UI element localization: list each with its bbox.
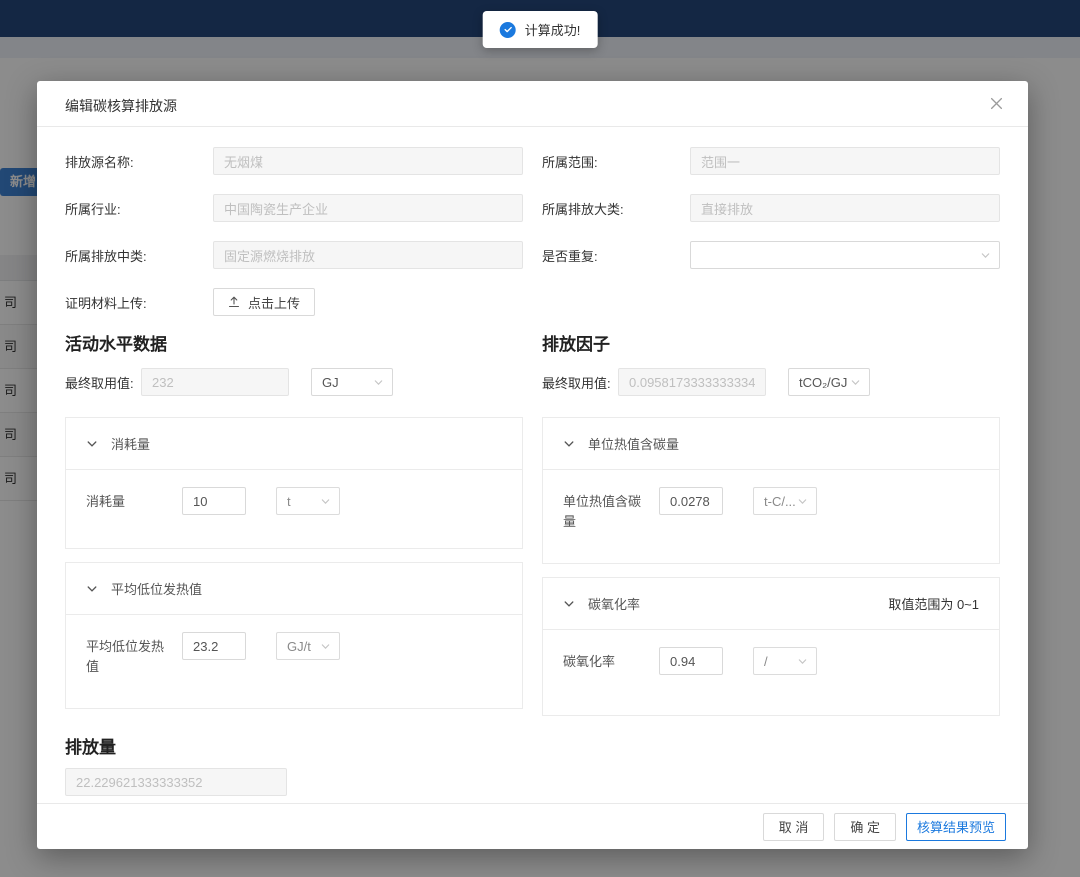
field-is-duplicate: 是否重复: xyxy=(542,241,1000,269)
edit-emission-source-dialog: 编辑碳核算排放源 排放源名称: 所属范围: 所属行业: 所属排放大类: xyxy=(37,81,1028,849)
oxidation-rate-unit-select[interactable]: / xyxy=(753,647,817,675)
section-title: 碳氧化率 xyxy=(588,594,640,613)
activity-final-value-input xyxy=(141,368,289,396)
field-source-name: 排放源名称: xyxy=(65,147,523,175)
upload-icon xyxy=(228,296,240,308)
final-value-label: 最终取用值: xyxy=(542,373,618,392)
chevron-down-icon xyxy=(320,496,331,507)
chevron-down-icon xyxy=(86,583,98,595)
select-value: t xyxy=(287,494,291,509)
carbon-content-section-body: 单位热值含碳量 t-C/... xyxy=(543,470,999,563)
final-value-label: 最终取用值: xyxy=(65,373,141,392)
confirm-button[interactable]: 确 定 xyxy=(834,813,896,841)
field-upload: 证明材料上传: 点击上传 xyxy=(65,288,523,316)
field-scope: 所属范围: xyxy=(542,147,1000,175)
row-label: 碳氧化率 xyxy=(563,647,643,672)
select-value: GJ xyxy=(322,375,339,390)
oxidation-rate-section-body: 碳氧化率 / xyxy=(543,630,999,715)
select-value: GJ/t xyxy=(287,639,311,654)
oxidation-rate-section-header[interactable]: 碳氧化率 取值范围为 0~1 xyxy=(543,578,999,630)
check-circle-icon xyxy=(500,22,516,38)
row-label: 单位热值含碳量 xyxy=(563,487,643,531)
emission-factor-column: 排放因子 最终取用值: tCO₂/GJ 单位热值含碳量 单位热值含碳 xyxy=(542,330,1000,729)
row-label: 消耗量 xyxy=(86,487,166,512)
heating-value-section-header[interactable]: 平均低位发热值 xyxy=(66,563,522,615)
value-range-note: 取值范围为 0~1 xyxy=(888,594,979,613)
chevron-down-icon xyxy=(850,377,861,388)
select-value: tCO₂/GJ xyxy=(799,375,847,390)
field-emission-mid-category: 所属排放中类: xyxy=(65,241,523,269)
heating-value-input[interactable] xyxy=(182,632,246,660)
emission-factor-title: 排放因子 xyxy=(542,330,1000,355)
dialog-header: 编辑碳核算排放源 xyxy=(37,81,1028,126)
row-label: 平均低位发热值 xyxy=(86,632,166,676)
activity-data-title: 活动水平数据 xyxy=(65,330,523,355)
select-value: / xyxy=(764,654,768,669)
field-label: 所属行业: xyxy=(65,199,213,218)
emission-amount-title: 排放量 xyxy=(65,733,1000,758)
dialog-footer: 取 消 确 定 核算结果预览 xyxy=(37,803,1028,849)
chevron-down-icon xyxy=(563,598,575,610)
chevron-down-icon xyxy=(373,377,384,388)
result-preview-button[interactable]: 核算结果预览 xyxy=(906,813,1006,841)
basic-info-form: 排放源名称: 所属范围: 所属行业: 所属排放大类: 所属排放中类: 是否重复: xyxy=(65,147,1000,316)
field-label: 证明材料上传: xyxy=(65,293,213,312)
field-label: 是否重复: xyxy=(542,246,690,265)
consumption-section-header[interactable]: 消耗量 xyxy=(66,418,522,470)
field-label: 排放源名称: xyxy=(65,152,213,171)
chevron-down-icon xyxy=(797,496,808,507)
upload-button-label: 点击上传 xyxy=(248,293,300,312)
carbon-content-input[interactable] xyxy=(659,487,723,515)
emission-major-category-input xyxy=(690,194,1000,222)
source-name-input xyxy=(213,147,523,175)
oxidation-rate-input[interactable] xyxy=(659,647,723,675)
industry-input xyxy=(213,194,523,222)
chevron-down-icon xyxy=(86,438,98,450)
heating-value-unit-select[interactable]: GJ/t xyxy=(276,632,340,660)
carbon-content-section: 单位热值含碳量 单位热值含碳量 t-C/... xyxy=(542,417,1000,564)
factor-final-value-input xyxy=(618,368,766,396)
scope-input xyxy=(690,147,1000,175)
consumption-section-body: 消耗量 t xyxy=(66,470,522,548)
carbon-content-unit-select[interactable]: t-C/... xyxy=(753,487,817,515)
factor-final-value-row: 最终取用值: tCO₂/GJ xyxy=(542,368,1000,396)
chevron-down-icon xyxy=(563,438,575,450)
chevron-down-icon xyxy=(320,641,331,652)
select-value: t-C/... xyxy=(764,494,796,509)
consumption-section: 消耗量 消耗量 t xyxy=(65,417,523,549)
close-icon[interactable] xyxy=(986,93,1006,113)
field-label: 所属范围: xyxy=(542,152,690,171)
is-duplicate-select[interactable] xyxy=(690,241,1000,269)
emission-mid-category-input xyxy=(213,241,523,269)
activity-final-value-row: 最终取用值: GJ xyxy=(65,368,523,396)
activity-unit-select[interactable]: GJ xyxy=(311,368,393,396)
heating-value-section-body: 平均低位发热值 GJ/t xyxy=(66,615,522,708)
calc-sections: 活动水平数据 最终取用值: GJ 消耗量 消耗量 xyxy=(65,330,1000,729)
toast-message: 计算成功! xyxy=(525,20,581,39)
dialog-title: 编辑碳核算排放源 xyxy=(65,96,177,116)
emission-amount-input xyxy=(65,768,287,796)
chevron-down-icon xyxy=(980,250,991,261)
field-emission-major-category: 所属排放大类: xyxy=(542,194,1000,222)
activity-data-column: 活动水平数据 最终取用值: GJ 消耗量 消耗量 xyxy=(65,330,523,729)
upload-button[interactable]: 点击上传 xyxy=(213,288,315,316)
field-label: 所属排放中类: xyxy=(65,246,213,265)
consumption-input[interactable] xyxy=(182,487,246,515)
section-title: 消耗量 xyxy=(111,434,150,453)
chevron-down-icon xyxy=(797,656,808,667)
toast-success: 计算成功! xyxy=(483,11,598,48)
field-label: 所属排放大类: xyxy=(542,199,690,218)
factor-unit-select[interactable]: tCO₂/GJ xyxy=(788,368,870,396)
section-title: 平均低位发热值 xyxy=(111,579,202,598)
cancel-button[interactable]: 取 消 xyxy=(763,813,825,841)
carbon-content-section-header[interactable]: 单位热值含碳量 xyxy=(543,418,999,470)
heating-value-section: 平均低位发热值 平均低位发热值 GJ/t xyxy=(65,562,523,709)
section-title: 单位热值含碳量 xyxy=(588,434,679,453)
consumption-unit-select[interactable]: t xyxy=(276,487,340,515)
field-industry: 所属行业: xyxy=(65,194,523,222)
oxidation-rate-section: 碳氧化率 取值范围为 0~1 碳氧化率 / xyxy=(542,577,1000,716)
